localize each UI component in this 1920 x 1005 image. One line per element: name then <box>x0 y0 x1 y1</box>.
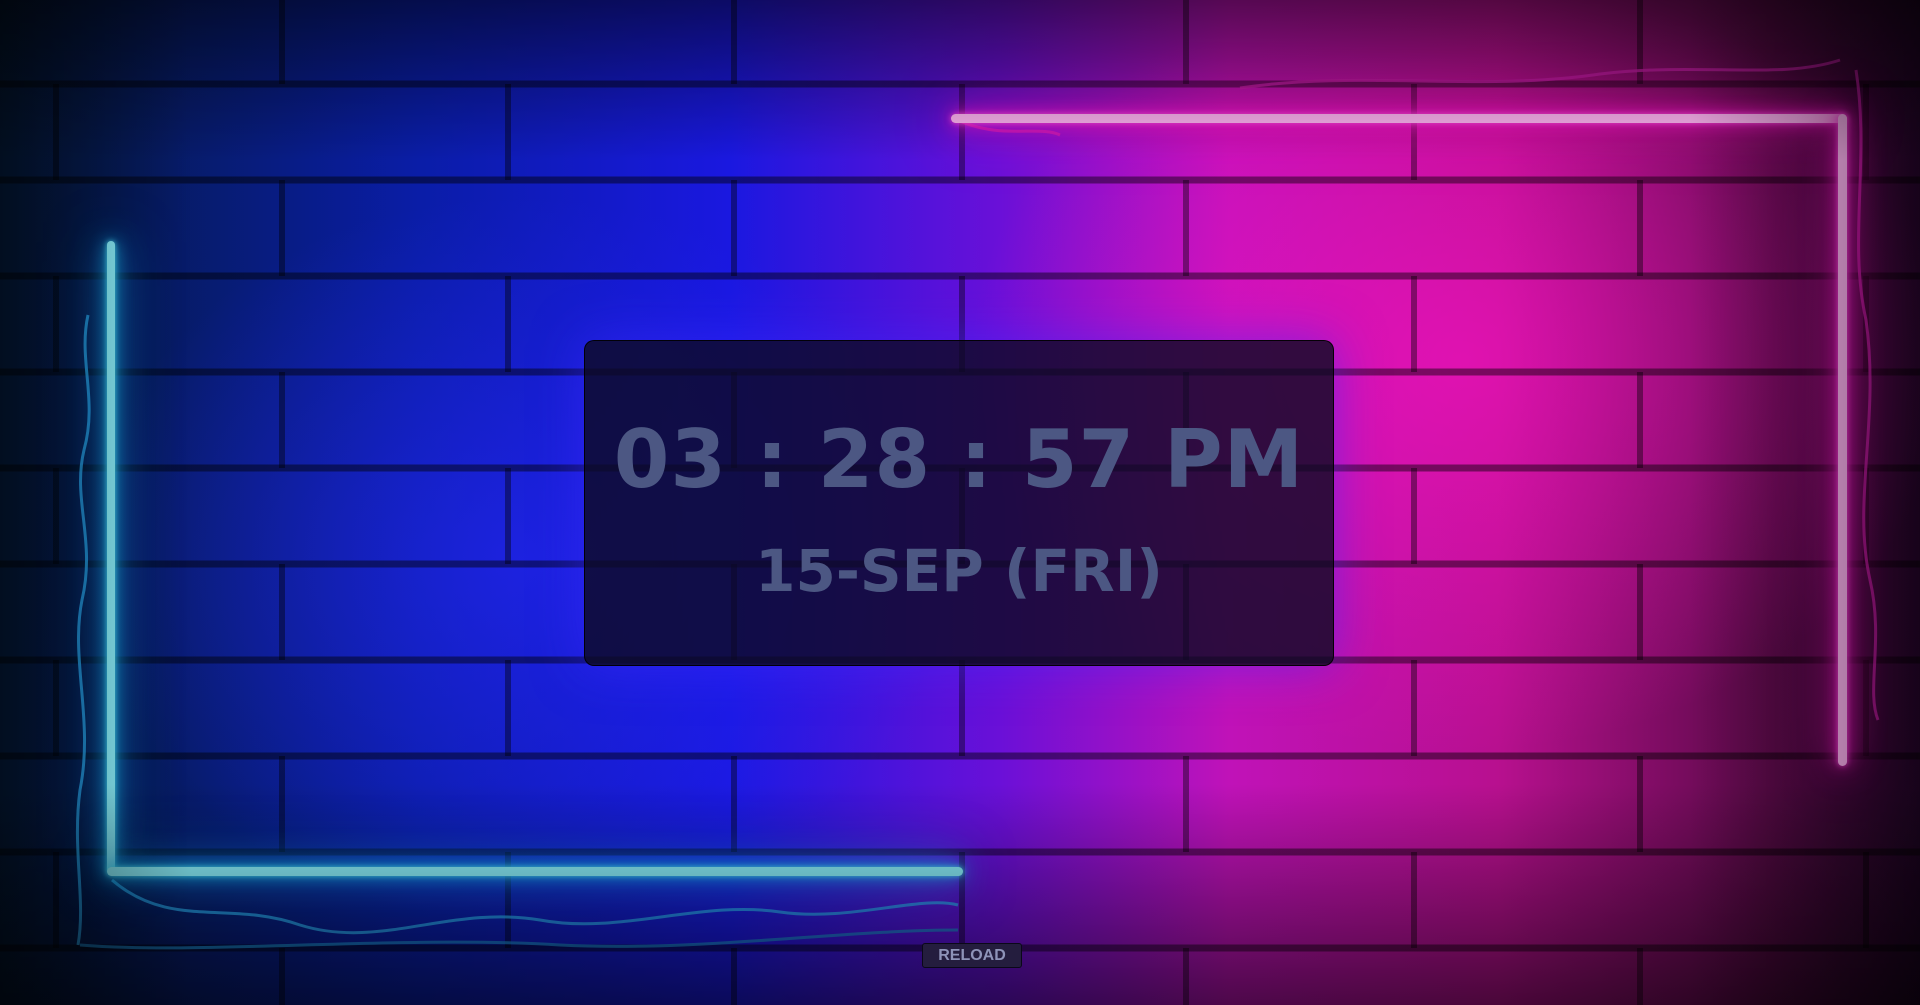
clock-date: 15-SEP (FRI) <box>755 537 1163 605</box>
neon-tube-right-vertical <box>1838 114 1847 766</box>
clock-time: 03 : 28 : 57 PM <box>613 413 1305 506</box>
reload-button[interactable]: RELOAD <box>922 943 1022 968</box>
neon-background: 03 : 28 : 57 PM 15-SEP (FRI) RELOAD <box>0 0 1920 1005</box>
neon-tube-left-horizontal <box>107 867 963 876</box>
neon-tube-left-vertical <box>107 241 115 873</box>
clock-panel: 03 : 28 : 57 PM 15-SEP (FRI) <box>584 340 1334 666</box>
neon-tube-right-horizontal <box>951 114 1847 123</box>
